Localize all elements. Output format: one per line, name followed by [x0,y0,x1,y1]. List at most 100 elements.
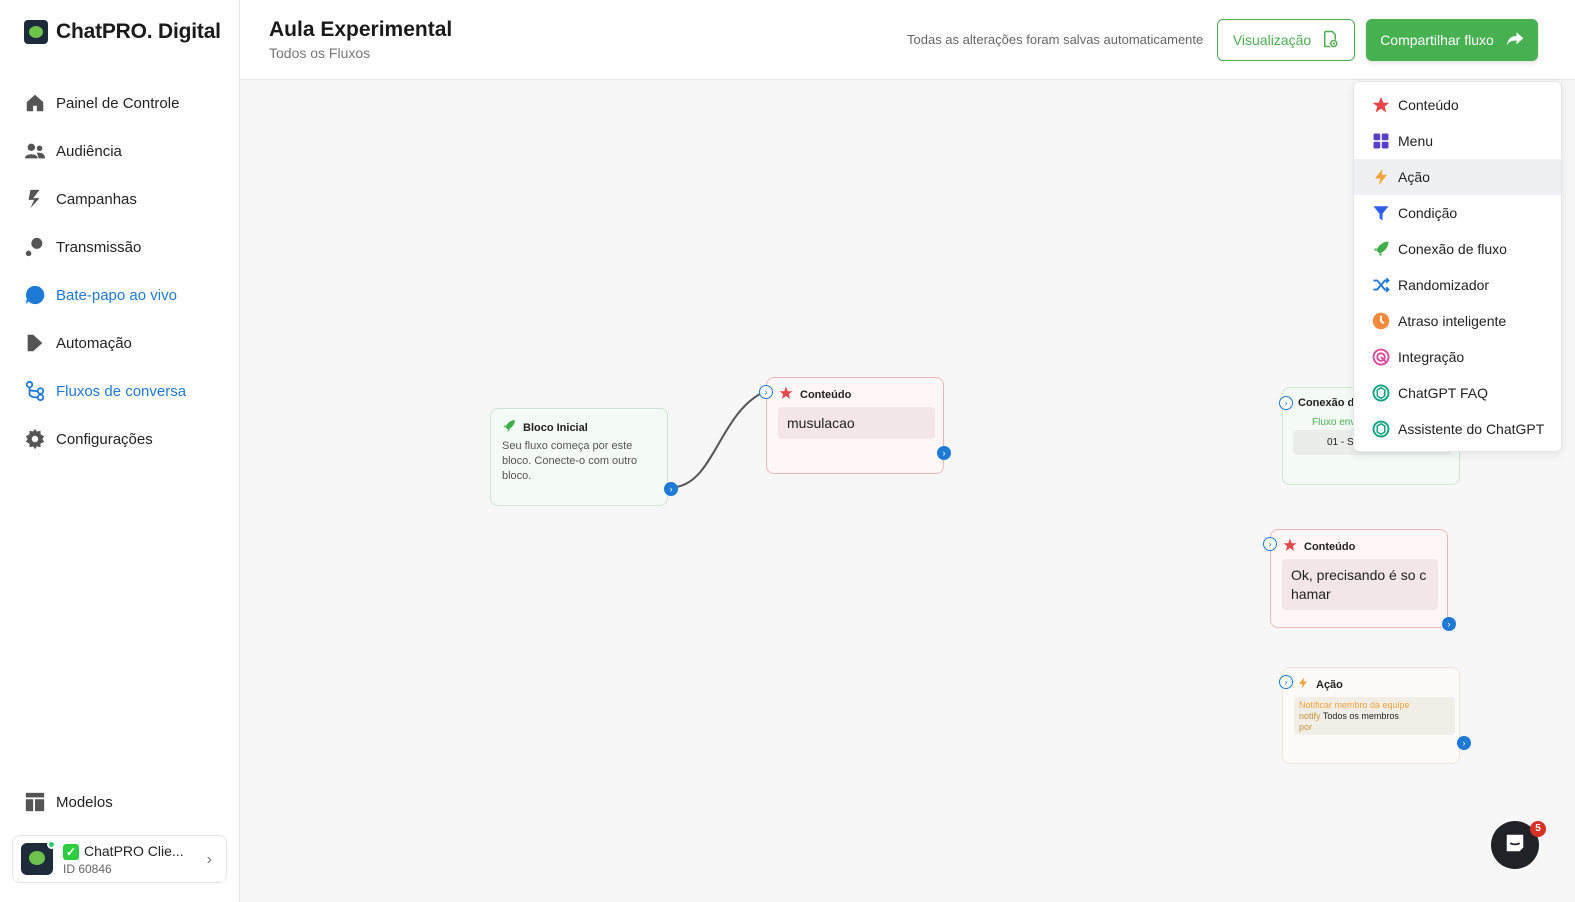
shuffle-icon [1372,276,1390,294]
breadcrumb[interactable]: Todos os Fluxos [269,45,370,61]
menu-item-randomizer[interactable]: Randomizador [1354,267,1561,303]
output-port[interactable]: › [937,446,951,460]
chatgpt-icon [1372,420,1390,438]
brand[interactable]: ChatPRO. Digital [24,20,221,44]
lightning-icon [1297,676,1309,693]
sidebar-item-automation[interactable]: Automação [24,319,224,367]
node-title: Conteúdo [1304,540,1356,553]
menu-item-action[interactable]: Ação [1354,159,1561,195]
menu-item-label: Conteúdo [1398,97,1459,113]
message-text: musulacao [778,407,935,439]
share-flow-button[interactable]: Compartilhar fluxo [1366,19,1538,61]
menu-item-flow-connection[interactable]: Conexão de fluxo [1354,231,1561,267]
menu-item-label: Condição [1398,205,1458,221]
menu-item-label: Assistente do ChatGPT [1398,421,1545,437]
input-port[interactable]: › [759,385,773,399]
share-label: Compartilhar fluxo [1380,32,1494,48]
check-icon: ✓ [63,843,79,860]
sidebar-item-campaigns[interactable]: Campanhas [24,175,224,223]
grid-icon [1372,132,1390,150]
node-title: Conteúdo [800,388,852,401]
sidebar-item-label: Automação [56,334,132,352]
action-line: Notificar membro da equipe [1299,700,1410,710]
action-line-3: por [1299,722,1313,732]
menu-item-content[interactable]: Conteúdo [1354,87,1561,123]
input-port[interactable]: › [1263,537,1277,551]
sidebar-item-live-chat[interactable]: Bate-papo ao vivo [24,271,224,319]
menu-item-chatgpt-faq[interactable]: ChatGPT FAQ [1354,375,1561,411]
notify-value: Todos os membros [1322,711,1399,721]
sidebar-item-broadcast[interactable]: Transmissão [24,223,224,271]
sidebar-item-dashboard[interactable]: Painel de Controle [24,79,224,127]
broadcast-icon [24,236,46,258]
home-icon [24,92,46,114]
account-id: ID 60846 [63,861,112,876]
menu-item-label: Menu [1398,133,1434,149]
sidebar-item-label: Audiência [56,142,122,160]
sidebar-item-label: Campanhas [56,190,137,208]
sidebar-item-label: Painel de Controle [56,94,180,112]
sidebar-item-label: Configurações [56,430,153,448]
start-block-node[interactable]: Bloco Inicial Seu fluxo começa por este … [490,408,678,506]
menu-item-menu[interactable]: Menu [1354,123,1561,159]
rocket-icon [1372,240,1390,258]
avatar [21,840,56,875]
input-port[interactable]: › [1279,675,1293,689]
campaign-icon [24,188,46,210]
menu-item-smart-delay[interactable]: Atraso inteligente [1354,303,1561,339]
content-node[interactable]: › Conteúdo Ok, precisando é so c hamar › [1263,529,1456,631]
sidebar: ChatPRO. Digital Painel de Controle Audi… [0,0,240,902]
templates-icon [24,791,46,813]
users-icon [24,140,46,162]
sidebar-item-label: Bate-papo ao vivo [56,286,177,304]
add-block-menu: Conteúdo Menu Ação Condição Conexão de f… [1353,81,1562,452]
integration-icon [1372,348,1390,366]
star-icon [779,386,793,403]
output-port[interactable]: › [664,482,678,496]
menu-item-label: Randomizador [1398,277,1490,293]
action-node[interactable]: › Ação Notificar membro da equipe notify… [1279,667,1471,764]
menu-item-integration[interactable]: Integração [1354,339,1561,375]
chat-icon [24,284,46,306]
share-icon [1506,31,1524,50]
node-title: Conexão de [1298,397,1361,409]
sidebar-item-label: Fluxos de conversa [56,382,187,400]
preview-button[interactable]: Visualização [1217,19,1355,61]
account-switcher[interactable]: ✓ ChatPRO Clie... ID 60846 › [12,835,227,883]
lightning-icon [1372,168,1390,186]
output-port[interactable]: › [1442,617,1456,631]
chat-bubble-icon [1504,832,1526,859]
preview-label: Visualização [1232,32,1312,48]
save-status: Todas as alterações foram salvas automat… [907,32,1204,47]
menu-item-label: Atraso inteligente [1398,313,1507,329]
sidebar-item-label: Transmissão [56,238,142,256]
input-port[interactable]: › [1279,396,1293,410]
star-icon [1283,538,1297,555]
node-title: Ação [1316,678,1343,691]
sidebar-item-flows[interactable]: Fluxos de conversa [24,367,224,415]
sidebar-item-settings[interactable]: Configurações [24,415,224,463]
menu-item-label: ChatGPT FAQ [1398,385,1488,401]
funnel-icon [1372,204,1390,222]
menu-item-label: Ação [1398,169,1430,185]
node-title: Bloco Inicial [523,421,588,434]
output-port[interactable]: › [1457,736,1471,750]
sidebar-nav: Painel de Controle Audiência Campanhas T… [24,79,224,463]
clock-icon [1372,312,1390,330]
connection-label: Fluxo env [1312,417,1356,428]
sidebar-item-models[interactable]: Modelos [24,778,113,826]
action-details: Notificar membro da equipe notify Todos … [1294,697,1455,735]
gear-icon [24,428,46,450]
notification-badge: 5 [1530,821,1546,837]
message-text: Ok, precisando é so c hamar [1282,559,1438,610]
menu-item-label: Integração [1398,349,1465,365]
chevron-right-icon: › [206,851,212,868]
content-node[interactable]: › Conteúdo musulacao › [759,377,951,474]
page-title: Aula Experimental [269,18,453,41]
menu-item-label: Conexão de fluxo [1398,241,1507,257]
account-name-row: ✓ ChatPRO Clie... [63,843,184,860]
sidebar-item-audience[interactable]: Audiência [24,127,224,175]
brand-logo-icon [24,20,48,44]
menu-item-chatgpt-assistant[interactable]: Assistente do ChatGPT [1354,411,1561,447]
menu-item-condition[interactable]: Condição [1354,195,1561,231]
